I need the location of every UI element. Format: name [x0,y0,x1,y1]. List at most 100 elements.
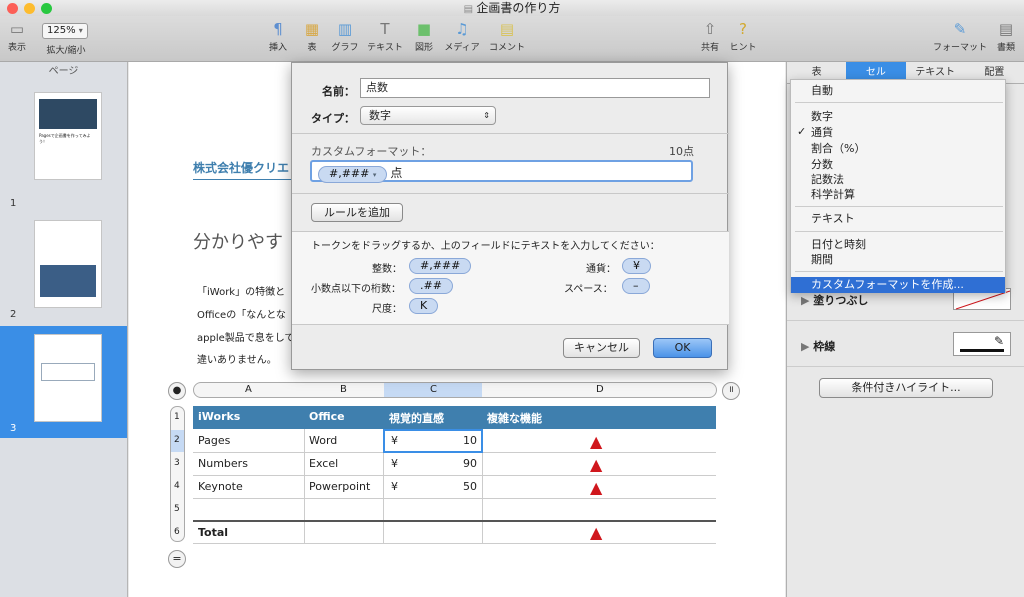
cell-a2[interactable]: Pages [198,434,230,447]
document-icon: ▤ [463,4,477,15]
conditional-highlight-button[interactable]: 条件付きハイライト... [819,378,993,398]
column-letter-b[interactable]: B [340,384,347,395]
column-letter-a[interactable]: A [245,384,252,395]
add-row-handle[interactable]: = [168,550,186,568]
fill-section[interactable]: ▶ 塗りつぶし [801,292,868,308]
type-popup[interactable]: 数字 ⇕ [360,106,496,125]
zoom-select[interactable]: 125% ▾ [42,23,88,39]
body-line-2: Officeの「なんとな [197,310,286,321]
row-number-4[interactable]: 4 [174,481,180,491]
text-button[interactable]: T テキスト [366,20,404,53]
tips-button[interactable]: ? ヒント [729,20,757,53]
comment-button[interactable]: ▤ コメント [488,20,526,53]
column-letter-d[interactable]: D [596,384,604,395]
close-window-button[interactable] [7,3,18,14]
add-rule-button[interactable]: ルールを追加 [311,203,403,222]
updown-arrows-icon: ⇕ [483,111,490,120]
currency-palette-token[interactable]: ¥ [622,258,651,274]
zoom-window-button[interactable] [41,3,52,14]
menu-separator [795,206,1003,207]
scale-palette-token[interactable]: K [409,298,439,314]
header-cell-iworks[interactable]: iWorks [198,410,240,423]
menu-item-create-custom-format[interactable]: カスタムフォーマットを作成... [811,277,964,293]
sidebar-icon: ▭ [9,20,25,38]
warning-icon[interactable]: ▲ [590,432,602,451]
cancel-button[interactable]: キャンセル [563,338,640,358]
cell-c2-value[interactable]: 10 [463,434,477,447]
column-divider [304,429,305,544]
border-style-well[interactable]: ✎ [953,332,1011,356]
shape-button[interactable]: ■ 図形 [412,20,436,53]
cell-a4[interactable]: Keynote [198,480,243,493]
media-button[interactable]: ♫ メディア [443,20,481,53]
border-section[interactable]: ▶ 枠線 [801,338,835,354]
menu-item-automatic[interactable]: 自動 [811,83,833,99]
document-button[interactable]: ▤ 書類 [994,20,1018,53]
menu-item-scientific[interactable]: 科学計算 [811,187,855,203]
cell-c4-value[interactable]: 50 [463,480,477,493]
row-number-2[interactable]: 2 [174,435,180,445]
add-column-handle[interactable]: ॥ [722,382,740,400]
cell-a3[interactable]: Numbers [198,457,248,470]
text-icon: T [380,20,390,38]
cell-c3-value[interactable]: 90 [463,457,477,470]
row-divider [193,543,716,544]
table-select-handle[interactable]: ● [168,382,186,400]
token-palette: トークンをドラッグするか、上のフィールドにテキストを入力してください： 整数： … [292,232,729,324]
row-number-1[interactable]: 1 [174,412,180,422]
custom-format-label: カスタムフォーマット： [311,145,432,158]
name-field[interactable]: 点数 [360,78,710,98]
table-button[interactable]: ▦ 表 [302,20,322,53]
menu-item-fraction[interactable]: 分数 [811,157,833,173]
warning-icon[interactable]: ▲ [590,478,602,497]
page-number-3: 3 [10,423,17,434]
warning-icon[interactable]: ▲ [590,523,602,542]
menu-item-duration[interactable]: 期間 [811,252,833,268]
insert-button[interactable]: ¶ 挿入 [266,20,290,53]
decimals-palette-token[interactable]: .## [409,278,453,294]
share-button[interactable]: ⇧ 共有 [698,20,722,53]
name-label: 名前： [322,85,355,98]
decimals-token-label: 小数点以下の桁数： [311,284,401,295]
page-number-2: 2 [10,309,17,320]
dialog-separator [292,133,729,134]
integer-token[interactable]: #,### ▾ [318,166,388,183]
thumbnail-caption: Pagesで企画書を作ってみよう！ [39,133,91,144]
column-letter-c[interactable]: C [430,384,437,395]
page-thumbnail-3[interactable] [34,334,102,422]
page-thumbnail-2[interactable] [34,220,102,308]
page-thumbnail-1[interactable]: Pagesで企画書を作ってみよう！ [34,92,102,180]
row-number-5[interactable]: 5 [174,504,180,514]
menu-item-number[interactable]: 数字 [811,109,833,125]
header-cell-office[interactable]: Office [309,410,345,423]
menu-separator [795,231,1003,232]
space-palette-token[interactable]: – [622,278,650,294]
menu-item-currency[interactable]: 通貨 [811,125,833,141]
menu-item-text[interactable]: テキスト [811,211,855,227]
row-number-3[interactable]: 3 [174,458,180,468]
minimize-window-button[interactable] [24,3,35,14]
menu-item-percentage[interactable]: 割合（%） [811,141,865,157]
cell-b3[interactable]: Excel [309,457,338,470]
token-instructions: トークンをドラッグするか、上のフィールドにテキストを入力してください： [311,241,660,252]
thumbnail-cover-image [39,99,97,129]
table-header-row [193,406,716,429]
menu-item-date-time[interactable]: 日付と時刻 [811,237,866,253]
integer-palette-token[interactable]: #,### [409,258,472,274]
chart-button[interactable]: ▥ グラフ [331,20,359,53]
view-button[interactable]: ▭ 表示 [6,20,28,53]
warning-icon[interactable]: ▲ [590,455,602,474]
cell-c3-currency: ¥ [391,457,398,470]
format-field[interactable]: #,### ▾ 点 [310,160,693,183]
menu-item-numeral-system[interactable]: 記数法 [811,172,844,188]
header-cell-complex[interactable]: 複雑な機能 [487,410,542,426]
cell-b4[interactable]: Powerpoint [309,480,370,493]
format-button[interactable]: ✎ フォーマット [932,20,988,53]
custom-format-dialog: 名前： 点数 タイプ： 数字 ⇕ カスタムフォーマット： 10点 #,### ▾ 点… [291,62,729,370]
ok-button[interactable]: OK [653,338,712,358]
cell-a6-total[interactable]: Total [198,526,228,539]
header-cell-visual[interactable]: 視覚的直感 [389,410,444,426]
cell-b2[interactable]: Word [309,434,337,447]
heading-rule [193,179,293,180]
row-number-6[interactable]: 6 [174,527,180,537]
